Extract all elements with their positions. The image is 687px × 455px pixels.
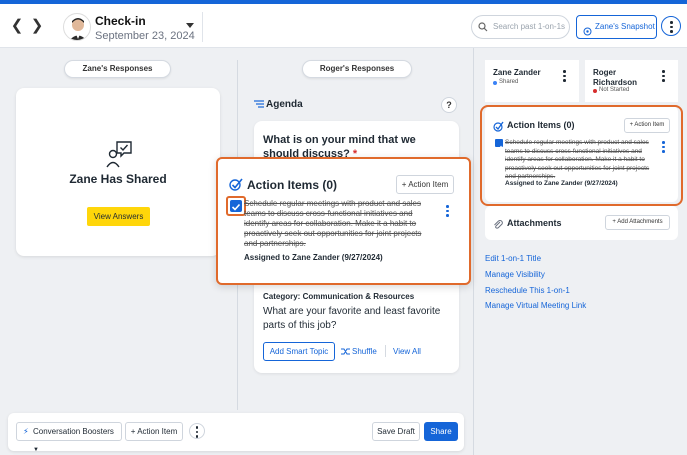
page-title: Check-in [95, 14, 146, 28]
agenda-icon [254, 100, 264, 111]
action-items-title: Action Items (0) [247, 178, 338, 192]
participant-name: Zane Zander [493, 68, 541, 77]
conversation-boosters-dropdown[interactable]: ⚡︎ Conversation Boosters ▼ [16, 422, 122, 453]
question-2: What are your favorite and least favorit… [263, 306, 441, 331]
kebab-icon[interactable] [563, 70, 566, 82]
caret-down-icon: ▼ [33, 447, 39, 453]
kebab-icon [670, 21, 673, 33]
kebab-icon [195, 426, 198, 438]
status-label: Not Started [599, 87, 630, 93]
roger-responses-pill: Roger's Responses [302, 60, 412, 78]
checklist-icon [229, 177, 244, 196]
edit-title-link[interactable]: Edit 1-on-1 Title [485, 254, 541, 263]
share-button[interactable]: Share [424, 422, 458, 441]
chevron-down-icon[interactable] [186, 23, 194, 28]
participant-status: Not Started [593, 87, 629, 93]
attachments-card: Attachments + Add Attachments [485, 206, 678, 240]
participant-name: Roger Richardson [593, 68, 638, 87]
shuffle-icon [341, 348, 350, 357]
search-input[interactable]: Search past 1-on-1s [471, 15, 570, 39]
manage-visibility-link[interactable]: Manage Visibility [485, 270, 545, 279]
participant-card-roger[interactable]: Roger Richardson Not Started [585, 60, 678, 102]
action-item-checkbox[interactable] [230, 200, 242, 212]
paperclip-icon [493, 217, 503, 235]
participant-card-zane[interactable]: Zane Zander Shared [485, 60, 579, 102]
shared-title: Zane Has Shared [69, 172, 167, 186]
participant-status: Shared [493, 79, 518, 85]
bottom-action-bar: ⚡︎ Conversation Boosters ▼ + Action Item… [8, 413, 464, 453]
kebab-icon[interactable] [446, 205, 449, 217]
attachments-title: Attachments [507, 218, 562, 228]
add-attachments-button[interactable]: + Add Attachments [605, 215, 670, 230]
header-bar: ❮ ❯ Check-in September 23, 2024 Search p… [0, 4, 687, 48]
lightning-icon: ⚡︎ [23, 427, 29, 436]
add-action-item-button[interactable]: + Action Item [125, 422, 183, 441]
meeting-date: September 23, 2024 [95, 30, 195, 42]
save-draft-button[interactable]: Save Draft [372, 422, 420, 441]
search-placeholder: Search past 1-on-1s [493, 22, 566, 31]
divider [385, 345, 386, 357]
help-button[interactable]: ? [441, 97, 457, 113]
view-answers-button[interactable]: View Answers [87, 207, 150, 226]
snapshot-button[interactable]: Zane's Snapshot [576, 15, 657, 39]
shared-card: Zane Has Shared View Answers [16, 88, 220, 256]
shuffle-label: Shuffle [352, 347, 377, 356]
snapshot-icon [583, 23, 592, 45]
add-action-item-button[interactable]: + Action Item [396, 175, 454, 194]
agenda-label: Agenda [266, 99, 303, 110]
avatar [63, 13, 91, 41]
highlight-box [480, 105, 683, 206]
more-options-button[interactable] [661, 16, 681, 36]
action-item-text: Schedule regular meetings with product a… [244, 199, 422, 248]
more-options-button[interactable] [189, 423, 205, 439]
status-label: Shared [499, 79, 519, 85]
agenda-heading: Agenda [254, 99, 303, 110]
chat-person-icon [106, 141, 132, 168]
shuffle-link[interactable]: Shuffle [341, 347, 377, 356]
zane-responses-pill: Zane's Responses [64, 60, 171, 78]
conversation-boosters-label: Conversation Boosters [33, 427, 114, 436]
kebab-icon[interactable] [662, 70, 665, 82]
forward-arrow-icon[interactable]: ❯ [30, 18, 44, 34]
question-category: Category: Communication & Resources [263, 292, 415, 301]
divider [202, 12, 203, 42]
action-items-zoom-callout: Action Items (0) + Action Item Schedule … [216, 157, 471, 285]
snapshot-label: Zane's Snapshot [595, 22, 655, 31]
add-smart-topic-button[interactable]: Add Smart Topic [263, 342, 335, 361]
manage-meeting-link[interactable]: Manage Virtual Meeting Link [485, 301, 586, 310]
status-dot-icon [493, 81, 497, 85]
right-panel-divider [473, 48, 474, 455]
view-all-link[interactable]: View All [393, 347, 421, 356]
status-dot-icon [593, 89, 597, 93]
action-item-assignee: Assigned to Zane Zander (9/27/2024) [244, 253, 383, 262]
search-icon [478, 22, 488, 32]
back-arrow-icon[interactable]: ❮ [10, 18, 24, 34]
reschedule-link[interactable]: Reschedule This 1-on-1 [485, 286, 570, 295]
